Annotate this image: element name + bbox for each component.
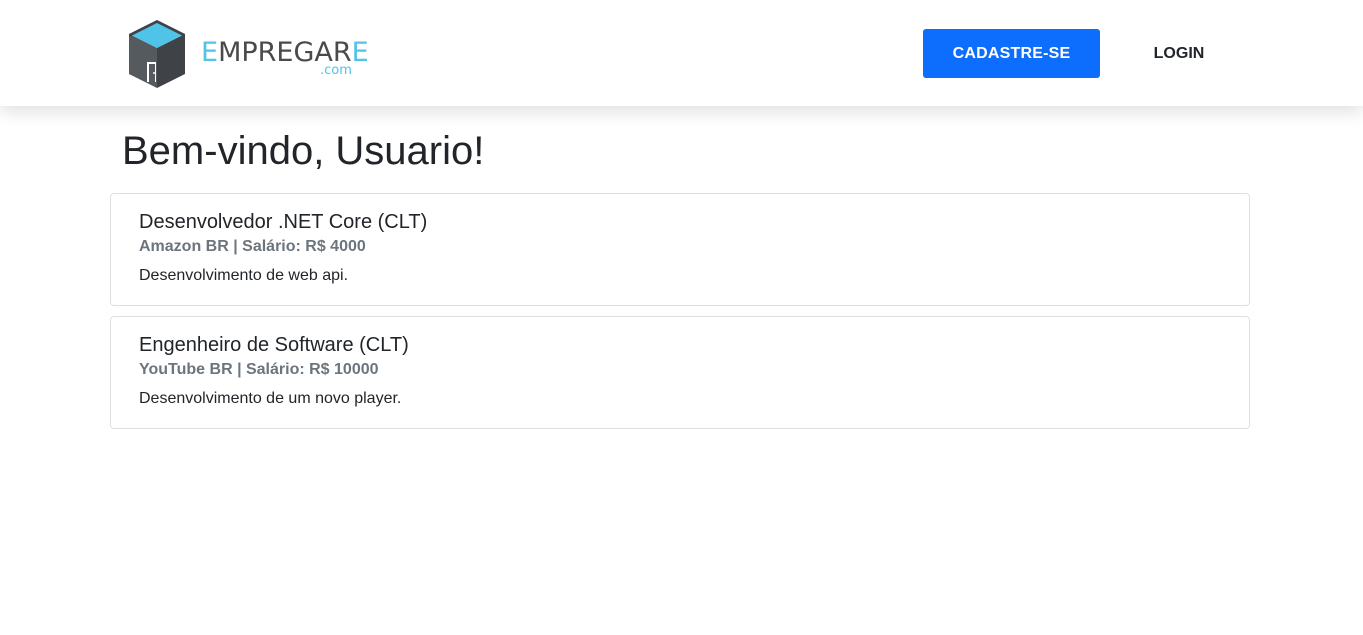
signup-button[interactable]: CADASTRE-SE <box>923 29 1100 78</box>
job-description: Desenvolvimento de um novo player. <box>139 390 402 407</box>
brand-letter-first: E <box>201 37 219 68</box>
job-card[interactable]: Desenvolvedor .NET Core (CLT) Amazon BR … <box>110 193 1250 306</box>
top-navbar: EMPREGARE .com CADASTRE-SE LOGIN <box>0 0 1363 106</box>
box-door-icon <box>129 20 185 88</box>
page-title: Bem-vindo, Usuario! <box>122 129 485 173</box>
job-title: Desenvolvedor .NET Core (CLT) <box>139 211 428 233</box>
brand-suffix: .com <box>320 63 352 78</box>
job-title: Engenheiro de Software (CLT) <box>139 334 409 356</box>
job-description: Desenvolvimento de web api. <box>139 267 349 284</box>
job-company-salary: Amazon BR | Salário: R$ 4000 <box>139 238 366 255</box>
job-card[interactable]: Engenheiro de Software (CLT) YouTube BR … <box>110 316 1250 429</box>
job-list: Desenvolvedor .NET Core (CLT) Amazon BR … <box>110 193 1250 439</box>
job-company-salary: YouTube BR | Salário: R$ 10000 <box>139 361 379 378</box>
brand-letter-last: E <box>351 37 369 68</box>
login-button[interactable]: LOGIN <box>1140 29 1218 78</box>
